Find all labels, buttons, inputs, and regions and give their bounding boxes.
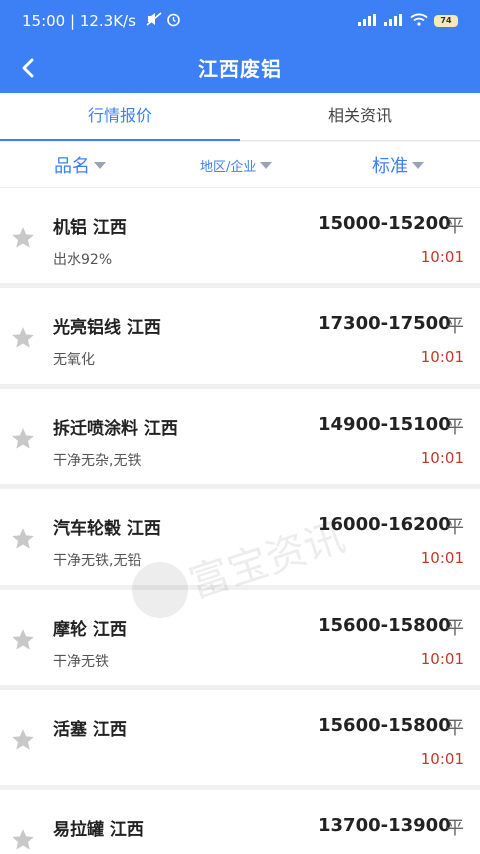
filter-bar: 品名 地区/企业 标准 xyxy=(0,142,480,188)
list-item[interactable]: 易拉罐 江西 13700-13900 平 xyxy=(0,790,480,854)
item-spec: 出水92% xyxy=(53,252,113,268)
star-icon[interactable] xyxy=(10,325,36,351)
item-time: 10:01 xyxy=(420,749,464,768)
mute-icon xyxy=(146,12,162,30)
item-name: 易拉罐 江西 xyxy=(53,820,144,841)
item-trend: 平 xyxy=(446,216,464,237)
filter-name-label: 品名 xyxy=(54,156,90,177)
tab-market-quotes[interactable]: 行情报价 xyxy=(0,93,240,141)
item-price: 13700-13900 xyxy=(318,815,451,837)
item-trend: 平 xyxy=(446,617,464,639)
item-spec: 干净无铁,无铅 xyxy=(53,553,142,570)
nav-bar: 江西废铝 xyxy=(0,42,480,93)
alarm-icon xyxy=(166,12,181,31)
star-icon[interactable] xyxy=(10,727,36,753)
item-spec: 干净无铁 xyxy=(53,653,109,670)
signal-icon-2 xyxy=(384,13,404,29)
caret-down-icon xyxy=(260,161,273,169)
item-price: 17300-17500 xyxy=(318,313,451,335)
star-icon[interactable] xyxy=(10,526,36,552)
item-price: 15600-15800 xyxy=(318,614,451,636)
item-spec: 干净无杂,无铁 xyxy=(53,452,142,469)
status-time-speed: 15:00 | 12.3K/s xyxy=(22,12,136,30)
item-spec: 无氧化 xyxy=(53,352,95,369)
item-price: 15600-15800 xyxy=(318,714,451,736)
item-time: 10:01 xyxy=(420,649,464,668)
item-price: 14900-15100 xyxy=(318,413,451,435)
item-name: 拆迁喷涂料 江西 xyxy=(53,418,178,439)
item-price: 16000-16200 xyxy=(318,514,451,536)
back-button[interactable] xyxy=(10,50,46,86)
item-time: 10:01 xyxy=(420,348,464,367)
item-price: 15000-15200 xyxy=(318,213,451,234)
list-item[interactable]: 机铝 江西 出水92% 15000-15200 平 10:01 xyxy=(0,188,480,289)
item-name: 摩轮 江西 xyxy=(53,619,127,640)
star-icon[interactable] xyxy=(10,627,36,653)
item-trend: 平 xyxy=(446,416,464,438)
top-bar: 15:00 | 12.3K/s 74 江西废铝 xyxy=(0,0,480,93)
chevron-left-icon xyxy=(22,58,34,78)
list-item[interactable]: 光亮铝线 江西 无氧化 17300-17500 平 10:01 xyxy=(0,288,480,389)
item-time: 10:01 xyxy=(420,549,464,568)
item-name: 汽车轮毂 江西 xyxy=(53,519,161,540)
list-item[interactable]: 摩轮 江西 干净无铁 15600-15800 平 10:01 xyxy=(0,589,480,690)
caret-down-icon xyxy=(94,161,106,169)
filter-region-label: 地区/企业 xyxy=(200,159,257,175)
list-item[interactable]: 活塞 江西 15600-15800 平 10:01 xyxy=(0,689,480,791)
price-list: 机铝 江西 出水92% 15000-15200 平 10:01 光亮铝线 江西 … xyxy=(0,188,480,854)
tab-bar: 行情报价 相关资讯 xyxy=(0,93,480,141)
item-name: 光亮铝线 江西 xyxy=(53,318,161,339)
tab-related-news[interactable]: 相关资讯 xyxy=(240,93,480,140)
status-bar: 15:00 | 12.3K/s 74 xyxy=(0,0,480,42)
item-trend: 平 xyxy=(446,717,464,739)
item-time: 10:01 xyxy=(420,448,464,467)
caret-down-icon xyxy=(412,161,424,169)
star-icon[interactable] xyxy=(10,426,36,452)
item-time: 10:01 xyxy=(420,248,464,266)
signal-icon xyxy=(358,13,378,29)
list-item[interactable]: 拆迁喷涂料 江西 干净无杂,无铁 14900-15100 平 10:01 xyxy=(0,388,480,490)
star-icon[interactable] xyxy=(10,225,36,251)
filter-standard-dropdown[interactable]: 标准 xyxy=(372,142,424,188)
filter-region-dropdown[interactable]: 地区/企业 xyxy=(200,142,273,188)
filter-standard-label: 标准 xyxy=(372,156,408,177)
star-icon[interactable] xyxy=(10,827,36,853)
page-title: 江西废铝 xyxy=(198,57,282,81)
item-trend: 平 xyxy=(446,316,464,338)
item-name: 活塞 江西 xyxy=(53,719,127,740)
filter-name-dropdown[interactable]: 品名 xyxy=(54,142,106,188)
battery-icon: 74 xyxy=(434,15,458,27)
item-trend: 平 xyxy=(446,818,464,840)
item-trend: 平 xyxy=(446,517,464,539)
item-name: 机铝 江西 xyxy=(53,218,127,238)
wifi-icon xyxy=(410,13,428,29)
list-item[interactable]: 汽车轮毂 江西 干净无铁,无铅 16000-16200 平 10:01 xyxy=(0,489,480,590)
